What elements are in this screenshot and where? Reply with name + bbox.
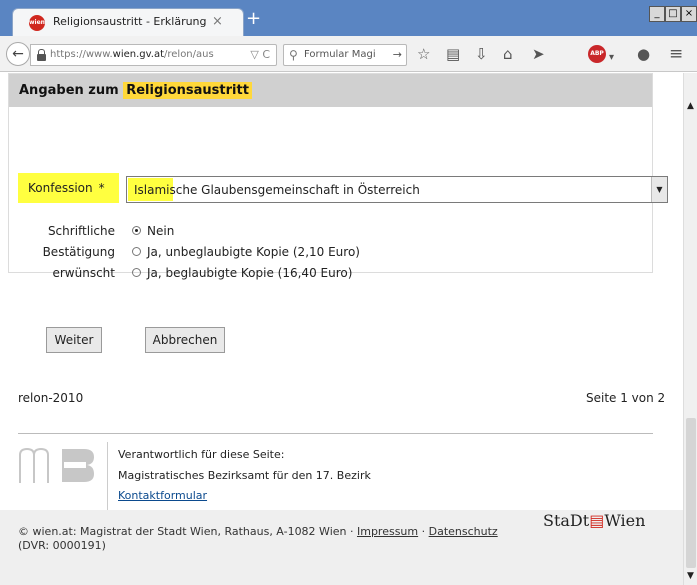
mb-logo: [19, 447, 94, 483]
impressum-link[interactable]: Impressum: [357, 525, 418, 538]
form-id: relon-2010: [18, 391, 84, 405]
url-bar[interactable]: https://www.wien.gv.at/relon/aus ▽ C: [30, 44, 277, 66]
stadt-wien-logo[interactable]: StaDt▤Wien: [543, 511, 645, 530]
url-text: https://www.wien.gv.at/relon/aus: [50, 49, 214, 60]
required-marker: *: [98, 181, 105, 195]
wien-favicon-icon: wien: [29, 15, 45, 31]
close-window-button[interactable]: ×: [681, 6, 697, 22]
send-icon[interactable]: ➤: [532, 46, 545, 62]
radio-option-beglaubigt[interactable]: Ja, beglaubigte Kopie (16,40 Euro): [132, 266, 352, 280]
scroll-down-icon[interactable]: ▼: [687, 571, 694, 581]
page-viewport: Angaben zum Religionsaustritt Konfession…: [0, 73, 683, 585]
radio-option-unbeglaubigt[interactable]: Ja, unbeglaubigte Kopie (2,10 Euro): [132, 245, 360, 259]
window-controls: _ □ ×: [649, 6, 697, 24]
adblock-dropdown-icon[interactable]: ▾: [609, 50, 614, 66]
responsible-heading: Verantwortlich für diese Seite:: [118, 448, 285, 461]
minimize-button[interactable]: _: [649, 6, 665, 22]
scroll-up-icon[interactable]: ▲: [687, 101, 694, 111]
vertical-scrollbar[interactable]: ▲ ▼: [683, 73, 697, 585]
konfession-selected-value: Islamische Glaubensgemeinschaft in Öster…: [134, 183, 420, 197]
maximize-button[interactable]: □: [665, 6, 681, 22]
tab-close-icon[interactable]: ×: [212, 14, 223, 29]
radio-button[interactable]: [132, 226, 141, 235]
radio-button[interactable]: [132, 247, 141, 256]
abbrechen-button[interactable]: Abbrechen: [145, 327, 225, 353]
form-title: Angaben zum Religionsaustritt: [19, 82, 252, 99]
search-input[interactable]: Formular Magi: [304, 49, 376, 60]
menu-icon[interactable]: ≡: [669, 46, 683, 63]
datenschutz-link[interactable]: Datenschutz: [429, 525, 498, 538]
adblock-icon[interactable]: ABP: [588, 45, 606, 63]
download-icon[interactable]: ⇩: [475, 46, 488, 62]
home-icon[interactable]: ⌂: [503, 46, 513, 62]
copyright-text: © wien.at: Magistrat der Stadt Wien, Rat…: [18, 525, 498, 552]
divider: [18, 433, 653, 434]
browser-navbar: ← https://www.wien.gv.at/relon/aus ▽ C ⚲…: [0, 36, 697, 72]
tab-title: Religionsaustritt - Erklärung: [53, 15, 207, 28]
page-counter: Seite 1 von 2: [586, 391, 666, 405]
konfession-label: Konfession *: [18, 173, 119, 203]
lock-icon: [37, 49, 46, 61]
search-go-icon[interactable]: →: [393, 48, 402, 61]
reload-icon[interactable]: ▽ C: [250, 48, 270, 61]
responsible-office: Magistratisches Bezirksamt für den 17. B…: [118, 469, 371, 482]
search-icon: ⚲: [289, 48, 298, 62]
form-card-header: Angaben zum Religionsaustritt: [9, 74, 652, 107]
dropdown-arrow-icon[interactable]: ▼: [651, 177, 667, 202]
confirmation-label: Schriftliche Bestätigung erwünscht: [42, 224, 115, 280]
chat-icon[interactable]: ●: [637, 46, 650, 62]
new-tab-icon[interactable]: +: [246, 10, 261, 28]
radio-button[interactable]: [132, 268, 141, 277]
search-bar[interactable]: ⚲ Formular Magi →: [283, 44, 407, 66]
browser-titlebar: wien Religionsaustritt - Erklärung × + _…: [0, 0, 697, 36]
responsible-separator: [107, 442, 108, 512]
browser-tab[interactable]: wien Religionsaustritt - Erklärung ×: [12, 8, 244, 36]
kontaktformular-link[interactable]: Kontaktformular: [118, 489, 207, 502]
radio-option-nein[interactable]: Nein: [132, 224, 174, 238]
back-arrow-icon[interactable]: ←: [6, 42, 30, 66]
scroll-thumb[interactable]: [686, 418, 696, 568]
bookmark-star-icon[interactable]: ☆: [417, 46, 430, 62]
reading-list-icon[interactable]: ▤: [446, 46, 460, 62]
weiter-button[interactable]: Weiter: [46, 327, 102, 353]
konfession-select[interactable]: Islamische Glaubensgemeinschaft in Öster…: [126, 176, 668, 203]
